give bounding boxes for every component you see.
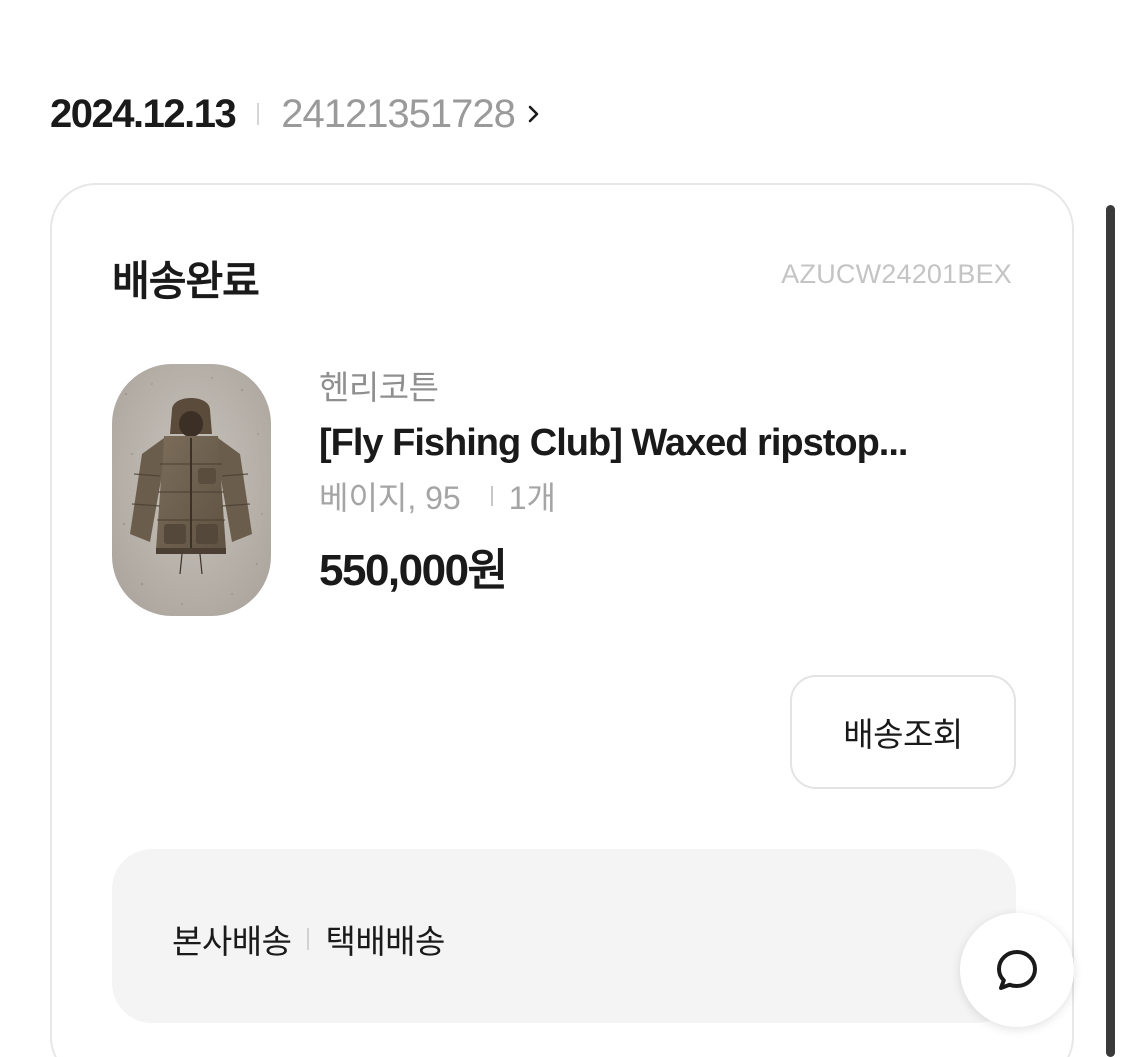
chat-bubble-icon xyxy=(997,950,1037,990)
order-list-page: 2024.12.13 24121351728 배송완료 AZUCW24201BE… xyxy=(0,0,1125,1057)
delivery-method: 본사배송 xyxy=(172,923,292,960)
product-name[interactable]: [Fly Fishing Club] Waxed ripstop... xyxy=(319,417,959,469)
delivery-divider xyxy=(307,928,310,950)
product-code: AZUCW24201BEX xyxy=(781,259,1012,289)
product-image[interactable] xyxy=(112,364,271,616)
order-number[interactable]: 24121351728 xyxy=(281,92,516,137)
delivery-carrier: 택배배송 xyxy=(325,923,445,960)
order-header[interactable]: 2024.12.13 24121351728 xyxy=(50,88,541,140)
delivery-info: 본사배송 택배배송 xyxy=(172,915,445,963)
brand-name: 헨리코튼 xyxy=(319,369,439,406)
tracking-button[interactable]: 배송조회 xyxy=(790,675,1016,789)
product-quantity: 1개 xyxy=(508,480,556,516)
delivery-info-box: 본사배송 택배배송 xyxy=(112,849,1016,1023)
chevron-right-icon[interactable] xyxy=(527,103,541,125)
order-date: 2024.12.13 xyxy=(50,91,237,136)
scrollbar[interactable] xyxy=(1106,205,1115,1057)
option-divider xyxy=(490,486,493,506)
product-options: 베이지, 95 1개 xyxy=(319,471,1019,521)
delivery-status: 배송완료 xyxy=(112,258,260,304)
order-card: 배송완료 AZUCW24201BEX 헨리코튼 [Fly Fishing Clu… xyxy=(50,183,1074,1057)
chat-button[interactable] xyxy=(960,913,1074,1027)
product-option: 베이지, 95 xyxy=(319,480,461,516)
product-info[interactable]: 헨리코튼 [Fly Fishing Club] Waxed ripstop...… xyxy=(319,365,1019,599)
product-price: 550,000원 xyxy=(319,546,508,595)
header-divider xyxy=(257,103,260,125)
